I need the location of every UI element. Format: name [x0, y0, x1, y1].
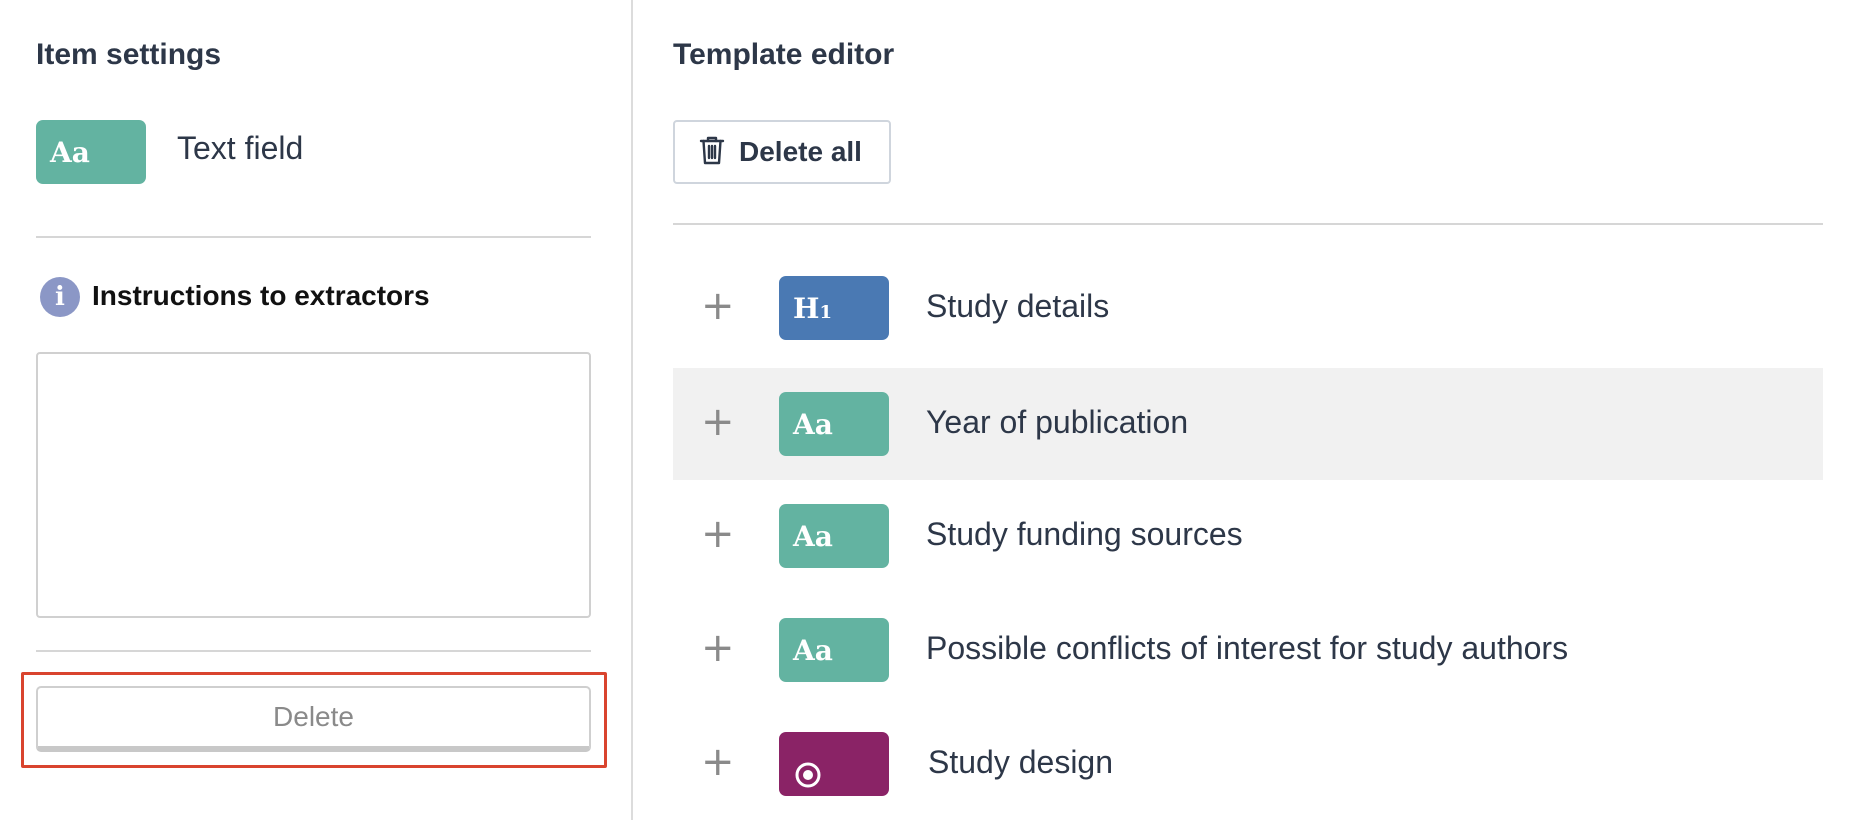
- item-label: Study design: [928, 744, 1114, 780]
- divider: [673, 223, 1823, 225]
- item-type-label: Text field: [177, 130, 304, 166]
- instructions-textarea[interactable]: [36, 352, 591, 618]
- heading-icon: H1: [779, 276, 889, 340]
- plus-icon[interactable]: +: [701, 742, 735, 782]
- plus-icon[interactable]: +: [701, 286, 735, 326]
- template-item-row[interactable]: + Aa Possible conflicts of interest for …: [673, 594, 1823, 706]
- text-field-icon: Aa: [779, 392, 889, 456]
- plus-icon[interactable]: +: [701, 628, 735, 668]
- badge-text: Aa: [793, 519, 833, 553]
- plus-icon[interactable]: +: [701, 402, 735, 442]
- item-settings-title: Item settings: [36, 38, 222, 71]
- trash-icon: [699, 135, 725, 170]
- item-label: Possible conflicts of interest for study…: [926, 630, 1569, 666]
- text-field-icon: Aa: [779, 618, 889, 682]
- text-field-icon: Aa: [779, 504, 889, 568]
- radio-button-icon: [795, 762, 821, 788]
- item-label: Year of publication: [926, 404, 1189, 440]
- divider: [36, 236, 591, 238]
- divider: [36, 650, 591, 652]
- delete-all-label: Delete all: [739, 136, 862, 167]
- info-icon[interactable]: i: [40, 277, 80, 317]
- badge-text: Aa: [793, 633, 833, 667]
- template-item-row[interactable]: + H1 Study details: [673, 252, 1823, 364]
- radio-icon: [779, 732, 889, 796]
- item-label: Study funding sources: [926, 516, 1243, 552]
- template-editor-panel: Template editor Delete all + H1 Study de…: [633, 0, 1858, 820]
- badge-text: Aa: [793, 407, 833, 441]
- item-label: Study details: [926, 288, 1110, 324]
- text-field-badge-text: Aa: [50, 135, 90, 169]
- template-item-row[interactable]: + Study design: [673, 708, 1823, 820]
- text-field-type-icon: Aa: [36, 120, 146, 184]
- template-editor-title: Template editor: [673, 38, 895, 71]
- instructions-label: Instructions to extractors: [92, 280, 430, 311]
- delete-button[interactable]: Delete: [36, 686, 591, 752]
- plus-icon[interactable]: +: [701, 514, 735, 554]
- template-item-row[interactable]: + Aa Year of publication: [673, 368, 1823, 480]
- item-settings-panel: Item settings Aa Text field i Instructio…: [0, 0, 632, 820]
- template-item-row[interactable]: + Aa Study funding sources: [673, 480, 1823, 592]
- delete-all-button[interactable]: Delete all: [673, 120, 891, 184]
